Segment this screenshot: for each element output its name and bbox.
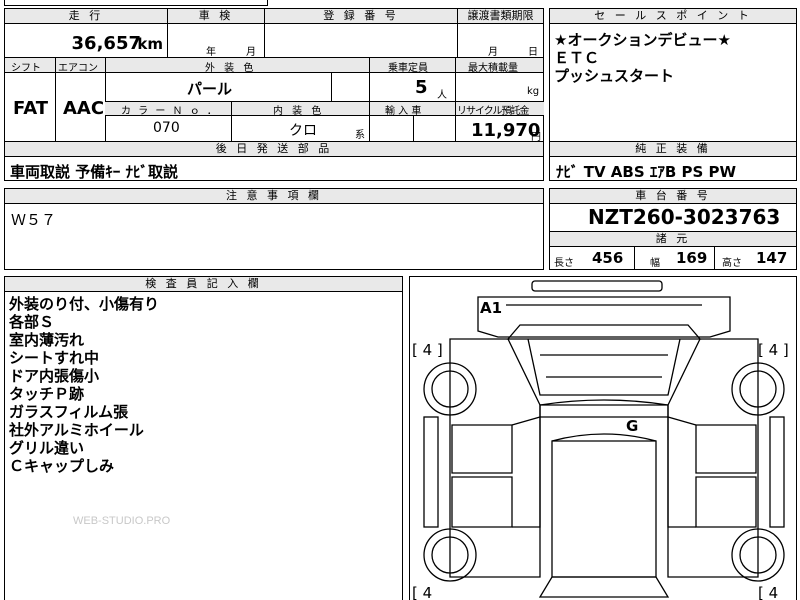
mileage-value: 36,657 (71, 33, 141, 54)
chassis-box: 車 台 番 号 NZT260-3023763 諸 元 長さ 456 幅 169 … (549, 188, 797, 270)
registration-box: 登 録 番 号 (264, 8, 458, 58)
inspector-note: 室内薄汚れ (9, 331, 85, 349)
spec-grid: シフト エアコン 外 装 色 乗車定員 最大積載量 FAT AAC パール 5 … (4, 57, 544, 143)
sales-point-item: ＥＴＣ (554, 49, 600, 67)
inspector-header: 検 査 員 記 入 欄 (5, 277, 402, 292)
transfer-header: 譲渡書類期限 (458, 9, 543, 24)
tire-front-right: [ 4 ] (758, 341, 789, 359)
genuine-equipment-header: 純 正 装 備 (550, 142, 796, 157)
tire-rear-left: [ 4 (412, 584, 433, 600)
chassis-header: 車 台 番 号 (550, 189, 796, 204)
length-label: 長さ (554, 258, 574, 269)
car-diagram-box: A1 G [ 4 ] [ 4 ] [ 4 [ 4 (409, 276, 797, 600)
shaken-box: 車 検 年 月 (167, 8, 265, 58)
mileage-box: 走 行 36,657 km (4, 8, 168, 58)
car-outline-diagram (423, 280, 785, 598)
watermark: WEB-STUDIO.PRO (73, 515, 171, 527)
shift-value: FAT (13, 98, 49, 119)
height-label: 高さ (722, 258, 742, 269)
shaken-year-unit: 年 (206, 47, 216, 58)
exterior-color-header: 外 装 色 (205, 63, 257, 74)
interior-suffix: 系 (355, 130, 365, 141)
length-value: 456 (592, 249, 624, 267)
capacity-value: 5 (415, 77, 428, 98)
damage-mark-g: G (626, 417, 639, 435)
width-value: 169 (676, 249, 708, 267)
sales-point-list: ★オークションデビュー★ ＥＴＣ プッシュスタート (554, 31, 731, 85)
shaken-month-unit: 月 (246, 47, 256, 58)
later-parts-box: 後 日 発 送 部 品 車両取説 予備ｷｰ ﾅﾋﾞ取説 (4, 141, 544, 181)
damage-mark-a1: A1 (480, 299, 503, 317)
aircon-value: AAC (63, 98, 105, 119)
specs-header: 諸 元 (550, 231, 796, 247)
capacity-unit: 人 (437, 90, 447, 101)
max-load-header: 最大積載量 (468, 63, 518, 74)
inspector-note: ガラスフィルム張 (9, 403, 129, 421)
top-strip (4, 0, 268, 6)
width-label: 幅 (650, 258, 660, 269)
later-parts-value: 車両取説 予備ｷｰ ﾅﾋﾞ取説 (10, 163, 178, 181)
mileage-header: 走 行 (5, 9, 167, 24)
inspector-note: ドア内張傷小 (9, 367, 100, 385)
inspector-note: タッチＰ跡 (9, 385, 85, 403)
shift-header: シフト (11, 63, 41, 74)
sales-point-header: セ ー ル ス ポ イ ン ト (550, 9, 796, 24)
capacity-header: 乗車定員 (388, 63, 428, 74)
genuine-equipment-value: ﾅﾋﾞ TV ABS ｴｱB PS PW (556, 163, 737, 181)
inspector-note: 各部Ｓ (9, 313, 55, 331)
interior-color-value: クロ (289, 123, 317, 139)
tire-front-left: [ 4 ] (412, 341, 443, 359)
inspector-note: グリル違い (9, 439, 85, 457)
height-value: 147 (756, 249, 788, 267)
transfer-box: 譲渡書類期限 月 日 (457, 8, 544, 58)
inspector-note: シートすれ中 (9, 349, 100, 367)
aircon-header: エアコン (58, 63, 98, 74)
mileage-unit: km (137, 35, 163, 53)
color-no-value: 070 (153, 120, 180, 136)
genuine-equipment-box: 純 正 装 備 ﾅﾋﾞ TV ABS ｴｱB PS PW (549, 141, 797, 181)
later-parts-header: 後 日 発 送 部 品 (5, 142, 543, 157)
inspector-note: Ｃキャップしみ (9, 457, 115, 475)
sales-point-item: プッシュスタート (554, 67, 675, 85)
transfer-day-unit: 日 (528, 47, 538, 58)
exterior-color-value: パール (187, 80, 233, 98)
registration-header: 登 録 番 号 (265, 9, 457, 24)
notes-box: 注 意 事 項 欄 Ｗ５７ (4, 188, 544, 270)
notes-header: 注 意 事 項 欄 (5, 189, 543, 204)
inspector-list: 外装のり付、小傷有り 各部Ｓ 室内薄汚れ シートすれ中 ドア内張傷小 タッチＰ跡… (9, 295, 159, 475)
load-unit: kg (527, 86, 540, 97)
transfer-month-unit: 月 (488, 47, 498, 58)
tire-rear-right: [ 4 (758, 584, 779, 600)
shaken-header: 車 検 (168, 9, 264, 24)
inspector-note: 社外アルミホイール (9, 421, 144, 439)
sales-point-item: ★オークションデビュー★ (554, 31, 731, 49)
sales-point-box: セ ー ル ス ポ イ ン ト ★オークションデビュー★ ＥＴＣ プッシュスター… (549, 8, 797, 142)
inspector-box: 検 査 員 記 入 欄 外装のり付、小傷有り 各部Ｓ 室内薄汚れ シートすれ中 … (4, 276, 403, 600)
chassis-value: NZT260-3023763 (588, 205, 781, 229)
inspector-note: 外装のり付、小傷有り (9, 295, 160, 313)
notes-value: Ｗ５７ (11, 211, 57, 229)
